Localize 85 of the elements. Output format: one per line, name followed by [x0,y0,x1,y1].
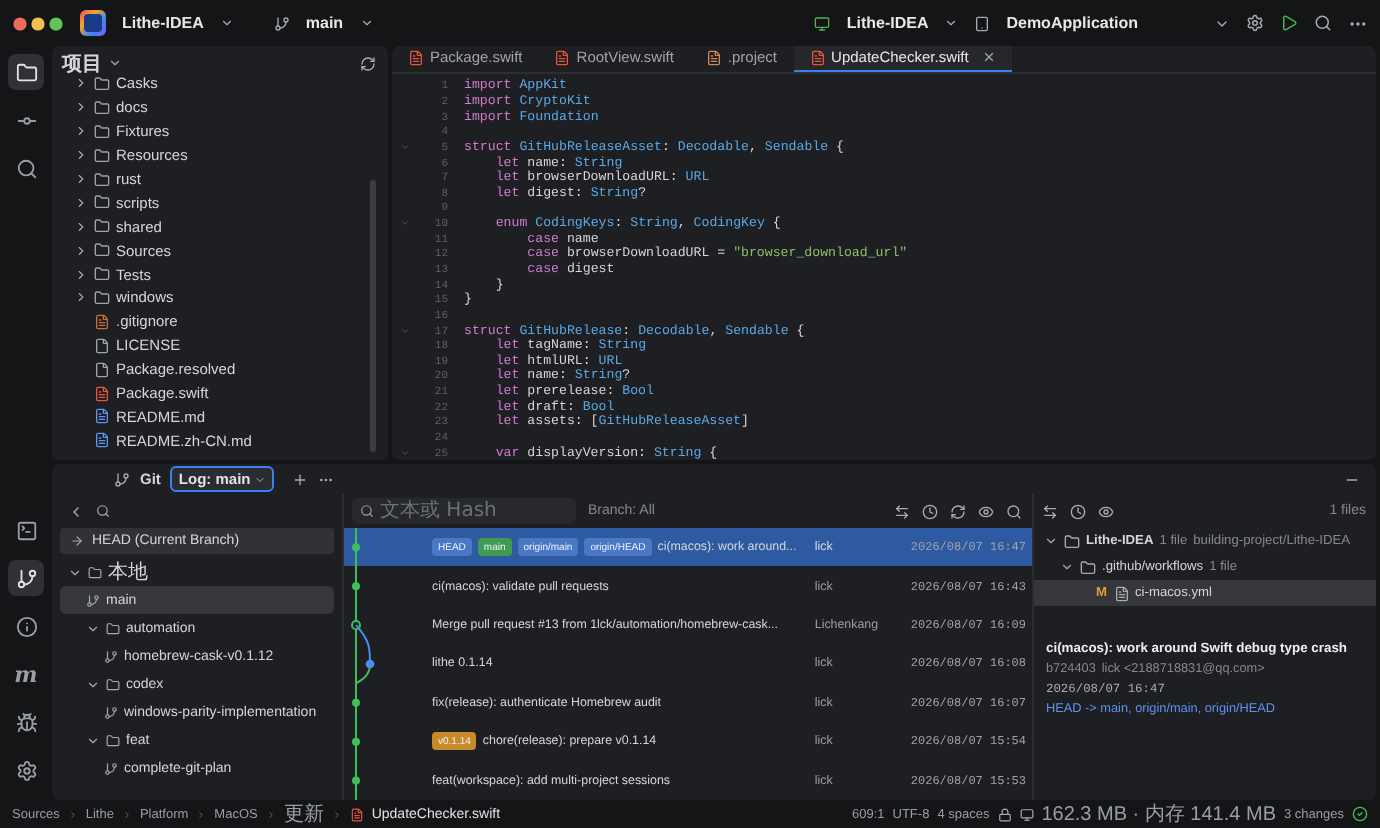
refresh-icon[interactable] [950,503,966,519]
chevron-icon [944,16,959,30]
chevron-icon [121,809,132,819]
swift-file-icon [94,385,110,402]
folder-icon [1080,559,1096,575]
run-icon[interactable] [1280,14,1298,32]
folder-icon [94,218,110,235]
document-icon [94,361,110,378]
tool-button[interactable]: m [8,656,44,692]
check-icon [1352,806,1368,822]
branch-icon [104,649,118,663]
chevron-icon [68,565,82,579]
folder-icon [94,289,110,306]
branch-folder[interactable]: 本地 [60,558,334,586]
folder-icon [106,733,120,747]
swap-icon[interactable] [894,503,910,519]
app-logo-icon [80,10,106,36]
file-icon [1113,585,1129,601]
swift-file-icon [349,807,364,821]
folder-icon [94,171,110,187]
branch-icon [114,471,130,487]
folder-icon [94,147,110,164]
chevron-icon [254,473,267,485]
lock-icon[interactable] [997,807,1012,821]
branch-icon [86,593,100,607]
document-icon [94,337,110,354]
branch-name: main [305,14,344,32]
folder-icon [94,242,110,259]
chevron-icon [331,809,342,819]
chevron-icon [359,16,374,30]
clock-icon[interactable] [1070,503,1086,519]
folder-icon [94,75,110,92]
folder-icon [94,266,110,283]
swift-file-icon [408,49,424,66]
run-config-icon [814,15,831,31]
eye-icon[interactable] [1098,503,1114,519]
folder-icon [1064,533,1080,549]
folder-icon [94,123,110,140]
eye-icon[interactable] [978,503,994,519]
back-icon[interactable] [68,503,84,519]
device-icon [974,15,991,31]
folder-icon [106,677,120,691]
chevron-icon [86,677,100,691]
folder-icon [88,565,102,579]
arrow-icon [70,534,84,548]
markdown-file-icon [94,432,110,449]
swap-icon[interactable] [1042,503,1058,519]
chevron-icon [196,809,207,819]
folder-icon [94,194,110,211]
chevron-icon [67,809,78,819]
search-icon[interactable] [1006,503,1022,519]
swift-file-icon [809,49,826,66]
chevron-icon [86,621,100,635]
add-icon[interactable] [292,471,309,487]
clock-icon[interactable] [922,503,938,519]
swift-file-icon [554,49,571,66]
device-name: DemoApplication [1006,14,1138,32]
branch-icon [104,761,118,775]
git-tool-icon[interactable] [8,560,44,596]
chevron-icon[interactable] [108,56,122,70]
refresh-icon[interactable] [360,55,376,71]
chevron-icon [265,809,276,819]
run-configuration: Lithe-IDEA [846,14,929,32]
code-file-icon [705,49,722,66]
settings-icon[interactable] [1246,14,1264,32]
close-icon[interactable] [982,50,997,65]
project-name: Lithe-IDEA [122,14,204,32]
breadcrumb-item[interactable]: 更新 [283,800,324,828]
branch-icon [104,705,118,719]
file-icon [94,313,110,330]
chevron-icon [86,733,100,747]
memory-usage: 162.3 MB · 内存 141.4 MB [1041,801,1276,828]
search-icon[interactable] [96,504,110,518]
chevron-icon [219,16,234,30]
window-controls[interactable] [12,15,64,31]
folder-icon [106,621,120,635]
folder-icon [94,99,110,116]
search-icon [360,504,374,518]
project-tool-icon[interactable] [8,54,44,90]
monitor-icon [1019,807,1034,821]
markdown-file-icon [94,408,110,425]
branch-folder-label: 本地 [108,559,148,586]
branch-icon [273,15,290,31]
search-icon[interactable] [1314,14,1332,32]
panel-title: 项目 [62,51,102,77]
